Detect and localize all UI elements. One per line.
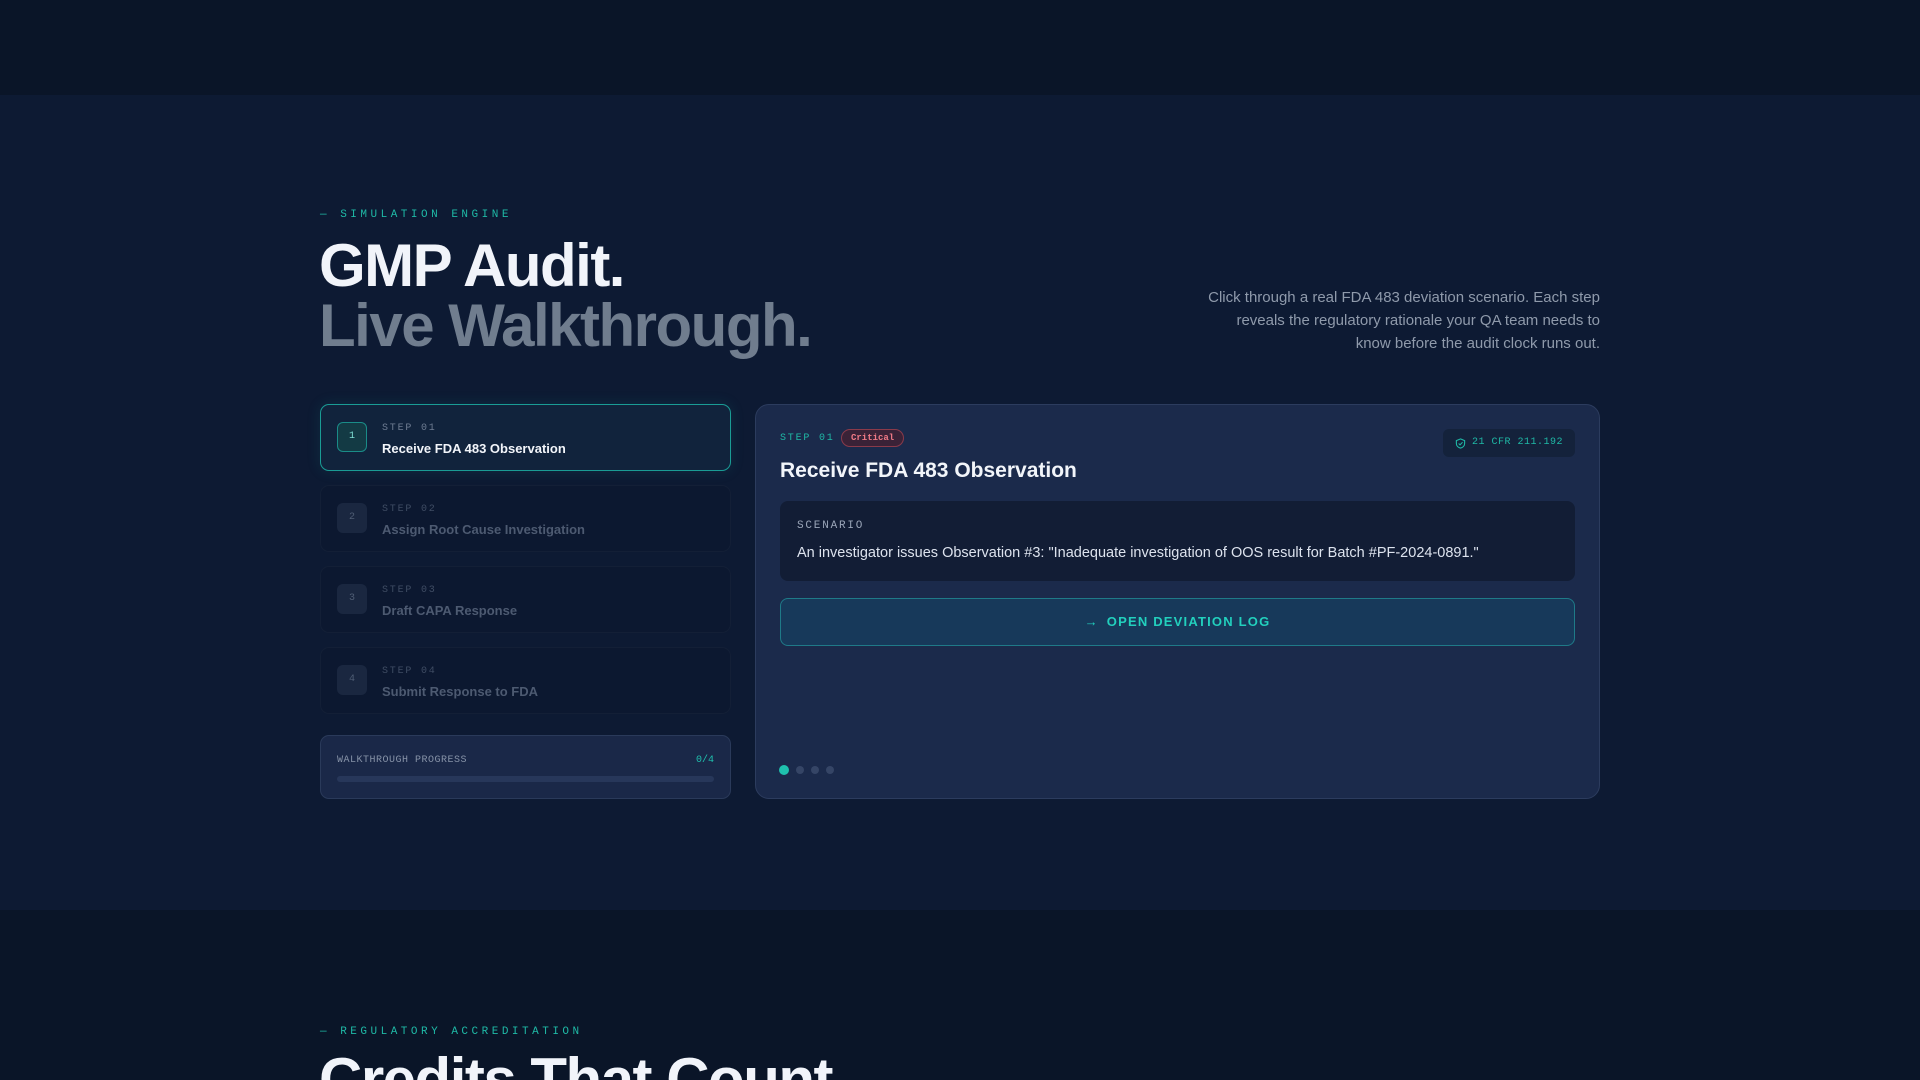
- progress-count: 0/4: [695, 755, 714, 766]
- step-item-1[interactable]: 1 STEP 01 Receive FDA 483 Observation: [320, 404, 731, 471]
- open-deviation-log-label: OPEN DEVIATION LOG: [1106, 614, 1271, 629]
- detail-step-label: STEP 01: [780, 433, 835, 444]
- step-title: Assign Root Cause Investigation: [382, 522, 585, 537]
- step-title: Receive FDA 483 Observation: [382, 441, 566, 456]
- step-label: STEP 01: [382, 423, 437, 434]
- pagination-dot-2[interactable]: [796, 766, 804, 774]
- accreditation-section: — REGULATORY ACCREDITATION Credits That …: [0, 910, 1920, 1080]
- page-title: GMP Audit.: [319, 232, 625, 299]
- step-item-2[interactable]: 2 STEP 02 Assign Root Cause Investigatio…: [320, 485, 731, 552]
- cfr-reference-text: 21 CFR 211.192: [1471, 437, 1563, 448]
- section-eyebrow: — SIMULATION ENGINE: [320, 209, 512, 221]
- detail-title: Receive FDA 483 Observation: [780, 459, 1077, 482]
- cfr-reference-chip[interactable]: 21 CFR 211.192: [1442, 429, 1575, 457]
- pagination-dot-4[interactable]: [826, 766, 834, 774]
- shield-icon: [1455, 437, 1466, 449]
- step-item-3[interactable]: 3 STEP 03 Draft CAPA Response: [320, 566, 731, 633]
- pagination-dot-1[interactable]: [779, 765, 789, 775]
- scenario-box: SCENARIO An investigator issues Observat…: [780, 501, 1575, 581]
- arrow-right-icon: →: [1084, 614, 1099, 629]
- scenario-text: An investigator issues Observation #3: "…: [797, 545, 1479, 561]
- step-number-badge: 4: [337, 665, 367, 695]
- step-title: Draft CAPA Response: [382, 603, 518, 618]
- intro-text: Click through a real FDA 483 deviation s…: [1208, 289, 1600, 352]
- top-band: [0, 0, 1920, 95]
- accreditation-eyebrow: — REGULATORY ACCREDITATION: [320, 1026, 583, 1038]
- step-item-4[interactable]: 4 STEP 04 Submit Response to FDA: [320, 647, 731, 714]
- walkthrough-progress-card: WALKTHROUGH PROGRESS 0/4: [320, 735, 731, 799]
- step-number-badge: 2: [337, 503, 367, 533]
- step-number-badge: 3: [337, 584, 367, 614]
- step-label: STEP 03: [382, 585, 437, 596]
- open-deviation-log-button[interactable]: → OPEN DEVIATION LOG: [780, 598, 1575, 646]
- scenario-label: SCENARIO: [797, 520, 865, 532]
- severity-badge: Critical: [841, 429, 905, 447]
- step-label: STEP 02: [382, 504, 437, 515]
- pagination-dots: [779, 765, 834, 775]
- step-label: STEP 04: [382, 666, 437, 677]
- page-subtitle: Live Walkthrough.: [319, 292, 813, 359]
- progress-bar: [337, 776, 714, 782]
- pagination-dot-3[interactable]: [811, 766, 819, 774]
- step-detail-card: STEP 01 Critical 21 CFR 211.192 Receive …: [755, 404, 1600, 799]
- step-title: Submit Response to FDA: [382, 684, 539, 699]
- step-number-badge: 1: [337, 422, 367, 452]
- accreditation-title: Credits That Count.: [319, 1046, 849, 1080]
- progress-label: WALKTHROUGH PROGRESS: [337, 755, 468, 766]
